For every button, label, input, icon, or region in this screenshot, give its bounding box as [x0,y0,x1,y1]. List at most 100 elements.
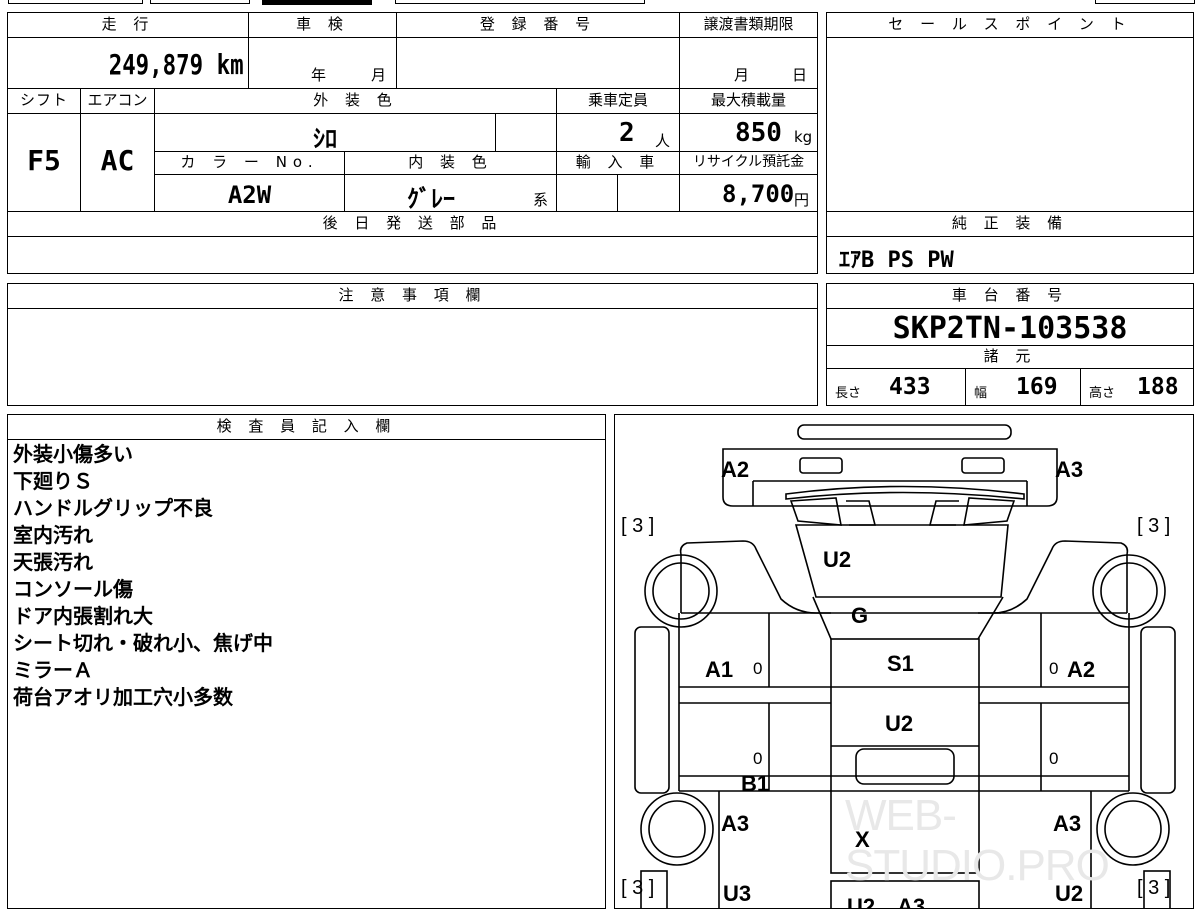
diagram-right-door: A2 [1067,657,1096,682]
capacity-unit: 人 [655,132,671,150]
inspector-note: 室内汚れ [13,525,93,547]
diagram-tire-rear-left: [ 3 ] [621,877,655,899]
max-load-cell: 850 kg [679,113,818,152]
diagram-right-mid-zero: 0 [1049,749,1059,768]
diagram-front-right-corner: A3 [1055,457,1084,482]
genuine-equipment-value: ｴｱB PS PW [839,248,954,273]
inspector-note: 荷台アオリ加工穴小多数 [13,687,233,709]
sales-point-cell [826,37,1194,212]
genuine-equipment-header: 純 正 装 備 [826,211,1194,237]
diagram-left-sill: B1 [741,771,770,796]
color-no-value: A2W [227,181,272,209]
diagram-left-door: A1 [705,657,734,682]
shaken-cell: 年 月 [248,37,397,89]
inspector-note: 外装小傷多い [13,444,133,466]
capacity-cell: 2 人 [556,113,680,152]
aircon-cell: AC [80,113,155,212]
capacity-value: 2 [619,118,635,148]
diagram-tire-front-right: [ 3 ] [1137,515,1171,537]
inspector-note: ハンドルグリップ不良 [13,498,213,520]
inspector-notes-cell: 外装小傷多い 下廻りＳ ハンドルグリップ不良 室内汚れ 天張汚れ コンソール傷 … [7,439,606,909]
width-label: 幅 [974,386,988,401]
diagram-left-rear-fender: A3 [721,811,750,836]
length-cell: 長さ 433 [826,368,966,406]
diagram-rear-center: U2 A3 [847,894,926,909]
diagram-windshield: G [851,603,869,628]
chassis-number-header: 車 台 番 号 [826,283,1194,309]
aircon-header: エアコン [80,88,155,114]
damage-diagram-panel: A2 A3 [ 3 ] [ 3 ] U2 G S1 A1 0 0 A2 U2 0… [614,414,1194,909]
diagram-hood: U2 [823,547,852,572]
inspector-note: コンソール傷 [13,579,133,601]
max-load-unit: kg [794,128,813,146]
recycle-value: 8,700 [722,180,795,208]
chassis-number-value: SKP2TN-103538 [892,311,1128,346]
recycle-unit: 円 [794,191,810,209]
inspector-note: 下廻りＳ [13,471,93,493]
diagram-front-left-corner: A2 [721,457,750,482]
diagram-roof-front: S1 [887,651,914,676]
color-no-cell: A2W [154,174,345,212]
later-parts-cell [7,236,818,274]
aircon-value: AC [100,144,135,177]
chassis-number-cell: SKP2TN-103538 [826,308,1194,346]
diagram-tire-front-left: [ 3 ] [621,515,655,537]
transfer-deadline-header: 譲渡書類期限 [679,12,818,38]
exterior-color-cell: ｼﾛ [154,113,496,153]
registration-header: 登 録 番 号 [396,12,680,38]
top-cut-strip [0,0,1200,6]
diagram-left-rear: U3 [723,881,752,906]
transfer-month: 月 [734,66,750,84]
transfer-deadline-cell: 月 日 [679,37,818,89]
mileage-value: 249,879 km [109,48,244,81]
import-cell-b [617,174,680,212]
genuine-equipment-cell: ｴｱB PS PW [826,236,1194,274]
shaken-month: 月 [371,66,387,84]
shift-header: シフト [7,88,81,114]
shaken-header: 車 検 [248,12,397,38]
height-cell: 高さ 188 [1080,368,1194,406]
import-cell-a [556,174,618,212]
height-label: 高さ [1089,386,1116,401]
inspector-notes-header: 検 査 員 記 入 欄 [7,414,606,440]
exterior-color-extra-cell [495,113,557,152]
width-value: 169 [1016,374,1058,400]
caution-cell [7,308,818,406]
width-cell: 幅 169 [965,368,1081,406]
watermark: WEB-STUDIO.PRO [845,791,1110,890]
inspector-note: シート切れ・破れ小、焦げ中 [13,633,273,655]
color-no-header: カ ラ ー No. [154,151,345,175]
interior-color-cell: ｸﾞﾚｰ 系 [344,174,557,213]
diagram-left-mid-zero: 0 [753,749,763,768]
recycle-cell: 8,700 円 [679,174,818,212]
max-load-header: 最大積載量 [679,88,818,114]
length-value: 433 [889,374,931,400]
exterior-color-value: ｼﾛ [313,125,337,153]
length-label: 長さ [835,386,862,401]
height-value: 188 [1137,374,1179,400]
mileage-header: 走 行 [7,12,249,38]
inspector-notes-list: 外装小傷多い 下廻りＳ ハンドルグリップ不良 室内汚れ 天張汚れ コンソール傷 … [13,442,273,712]
interior-color-header: 内 装 色 [344,151,557,175]
recycle-header: リサイクル預託金 [679,151,818,175]
interior-color-suffix: 系 [533,191,549,209]
max-load-value: 850 [735,118,782,148]
specs-header: 諸 元 [826,345,1194,369]
exterior-color-header: 外 装 色 [154,88,557,114]
diagram-roof-mid: U2 [885,711,914,736]
transfer-day: 日 [792,66,808,84]
diagram-right-door-zero: 0 [1049,659,1059,678]
shaken-year: 年 [311,66,327,84]
shift-value: F5 [27,144,61,177]
diagram-left-door-zero: 0 [753,659,763,678]
sales-point-header: セ ー ル ス ポ イ ン ト [826,12,1194,38]
inspector-note: 天張汚れ [13,552,93,574]
inspector-note: ミラーＡ [13,660,93,682]
import-header: 輸 入 車 [556,151,680,175]
interior-color-value: ｸﾞﾚｰ [407,185,455,213]
inspector-note: ドア内張割れ大 [13,606,153,628]
registration-cell [396,37,680,89]
later-parts-header: 後 日 発 送 部 品 [7,211,818,237]
capacity-header: 乗車定員 [556,88,680,114]
caution-header: 注 意 事 項 欄 [7,283,818,309]
